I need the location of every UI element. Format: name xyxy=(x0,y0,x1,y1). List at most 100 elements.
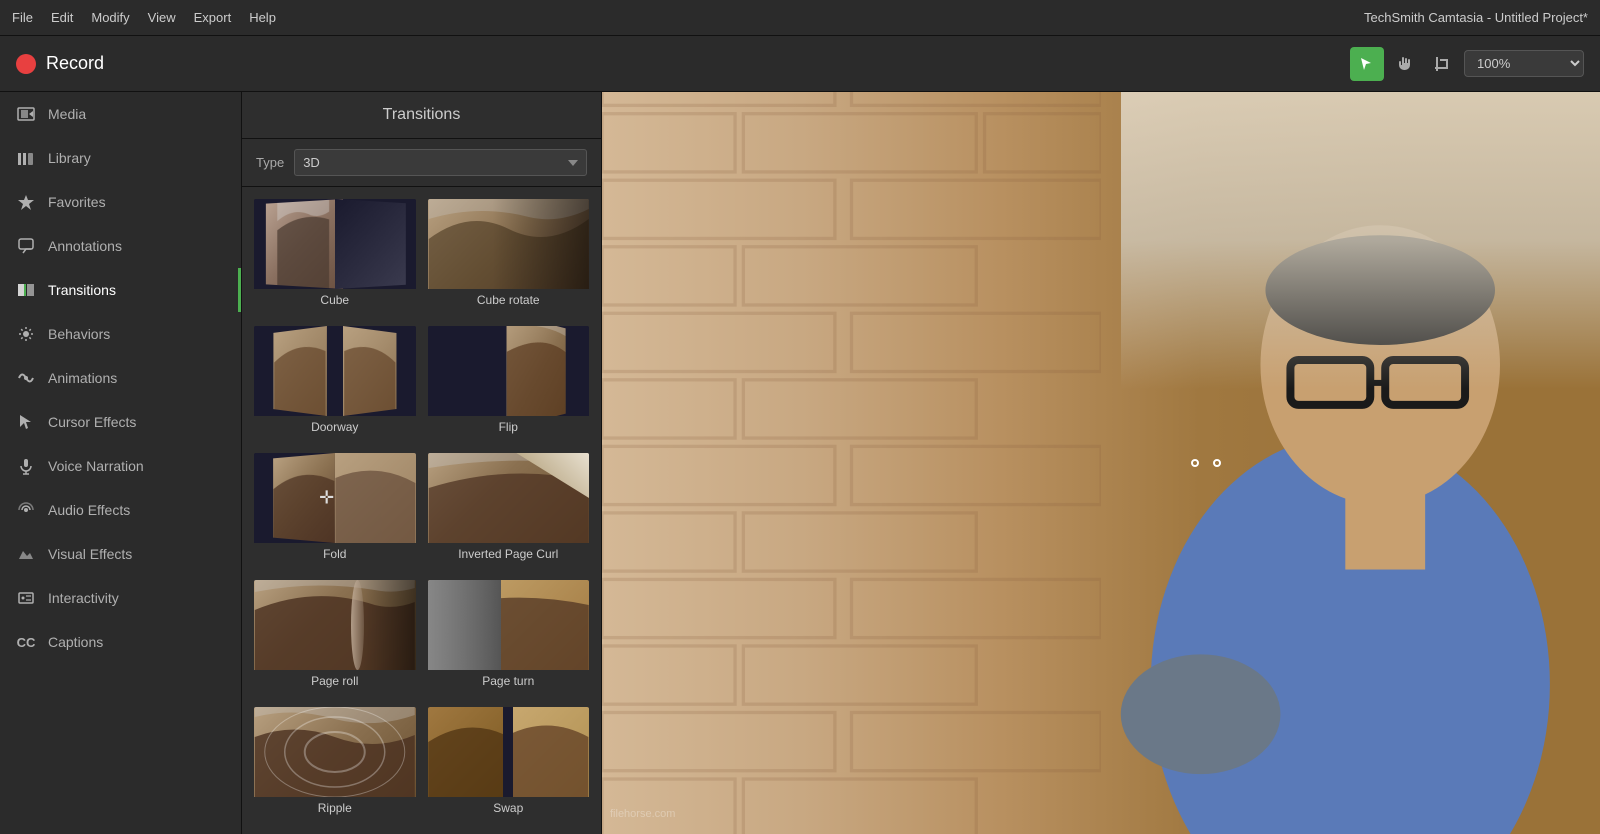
menu-bar: File Edit Modify View Export Help TechSm… xyxy=(0,0,1600,36)
transition-page-turn[interactable]: Page turn xyxy=(426,578,592,697)
transition-page-turn-thumb xyxy=(428,580,590,670)
transition-page-roll-thumb xyxy=(254,580,416,670)
favorites-icon xyxy=(16,192,36,212)
record-indicator xyxy=(16,54,36,74)
watermark: filehorse.com xyxy=(602,804,683,824)
toolbar: Record 100% 50% 75% 125% 150% 200% xyxy=(0,36,1600,92)
transition-ripple-label: Ripple xyxy=(254,797,416,821)
audio-effects-icon xyxy=(16,500,36,520)
transition-fold[interactable]: ✛ Fold xyxy=(252,451,418,570)
menu-file[interactable]: File xyxy=(12,10,33,25)
sidebar-label-transitions: Transitions xyxy=(48,282,116,298)
sidebar-label-captions: Captions xyxy=(48,634,103,650)
sidebar-label-favorites: Favorites xyxy=(48,194,106,210)
transition-cube-thumb xyxy=(254,199,416,289)
annotations-icon xyxy=(16,236,36,256)
transition-inverted-page-curl-thumb xyxy=(428,453,590,543)
sidebar-label-annotations: Annotations xyxy=(48,238,122,254)
sidebar-label-behaviors: Behaviors xyxy=(48,326,110,342)
captions-icon: CC xyxy=(16,632,36,652)
zoom-select[interactable]: 100% 50% 75% 125% 150% 200% xyxy=(1464,50,1584,77)
transitions-icon xyxy=(16,280,36,300)
transition-cube[interactable]: Cube xyxy=(252,197,418,316)
main-content: Media Library Favorites Annotations Tran xyxy=(0,92,1600,834)
menu-export[interactable]: Export xyxy=(194,10,232,25)
media-icon xyxy=(16,104,36,124)
sidebar-item-interactivity[interactable]: Interactivity xyxy=(0,576,241,620)
transition-fold-thumb: ✛ xyxy=(254,453,416,543)
transition-cube-rotate[interactable]: Cube rotate xyxy=(426,197,592,316)
transition-cube-rotate-thumb xyxy=(428,199,590,289)
transition-inverted-page-curl-label: Inverted Page Curl xyxy=(428,543,590,567)
sidebar-item-visual-effects[interactable]: Visual Effects xyxy=(0,532,241,576)
interactivity-icon xyxy=(16,588,36,608)
voice-narration-icon xyxy=(16,456,36,476)
handle-dot-right xyxy=(1213,459,1221,467)
transition-page-turn-label: Page turn xyxy=(428,670,590,694)
sidebar-item-media[interactable]: Media xyxy=(0,92,241,136)
sidebar-item-transitions[interactable]: Transitions xyxy=(0,268,241,312)
behaviors-icon xyxy=(16,324,36,344)
menu-modify[interactable]: Modify xyxy=(91,10,129,25)
transition-flip[interactable]: Flip xyxy=(426,324,592,443)
app-title: TechSmith Camtasia - Untitled Project* xyxy=(1364,10,1588,25)
sidebar-item-animations[interactable]: Animations xyxy=(0,356,241,400)
transition-doorway-thumb xyxy=(254,326,416,416)
transition-page-roll-label: Page roll xyxy=(254,670,416,694)
filter-label: Type xyxy=(256,155,284,170)
hand-tool[interactable] xyxy=(1388,47,1422,81)
sidebar-item-captions[interactable]: CC Captions xyxy=(0,620,241,664)
sidebar-label-audio-effects: Audio Effects xyxy=(48,502,130,518)
sidebar-label-library: Library xyxy=(48,150,91,166)
menu-view[interactable]: View xyxy=(148,10,176,25)
sidebar-item-voice-narration[interactable]: Voice Narration xyxy=(0,444,241,488)
sidebar-item-cursor-effects[interactable]: Cursor Effects xyxy=(0,400,241,444)
transition-doorway-label: Doorway xyxy=(254,416,416,440)
transition-cube-rotate-label: Cube rotate xyxy=(428,289,590,313)
animations-icon xyxy=(16,368,36,388)
library-icon xyxy=(16,148,36,168)
transition-flip-label: Flip xyxy=(428,416,590,440)
visual-effects-icon xyxy=(16,544,36,564)
menu-edit[interactable]: Edit xyxy=(51,10,73,25)
transition-doorway[interactable]: Doorway xyxy=(252,324,418,443)
transition-fold-label: Fold xyxy=(254,543,416,567)
menu-items: File Edit Modify View Export Help xyxy=(12,10,276,25)
sidebar-label-media: Media xyxy=(48,106,86,122)
handle-dots xyxy=(1191,459,1221,467)
handle-dot-left xyxy=(1191,459,1199,467)
pointer-tool[interactable] xyxy=(1350,47,1384,81)
sidebar-item-library[interactable]: Library xyxy=(0,136,241,180)
panel-filter: Type 3D All 2D Favorites xyxy=(242,139,601,187)
transitions-panel: Transitions Type 3D All 2D Favorites xyxy=(242,92,602,834)
sidebar-label-voice-narration: Voice Narration xyxy=(48,458,144,474)
preview-area: filehorse.com xyxy=(602,92,1600,834)
person-scene xyxy=(602,92,1600,834)
sidebar-label-visual-effects: Visual Effects xyxy=(48,546,132,562)
panel-title: Transitions xyxy=(242,92,601,139)
transition-swap[interactable]: Swap xyxy=(426,705,592,824)
transition-swap-label: Swap xyxy=(428,797,590,821)
transition-ripple-thumb xyxy=(254,707,416,797)
sidebar-label-animations: Animations xyxy=(48,370,117,386)
sidebar: Media Library Favorites Annotations Tran xyxy=(0,92,242,834)
transition-cube-label: Cube xyxy=(254,289,416,313)
sidebar-item-audio-effects[interactable]: Audio Effects xyxy=(0,488,241,532)
transitions-grid: Cube Cube rotate xyxy=(242,187,601,834)
filter-select[interactable]: 3D All 2D Favorites xyxy=(294,149,587,176)
record-label: Record xyxy=(46,53,104,74)
menu-help[interactable]: Help xyxy=(249,10,276,25)
crop-tool[interactable] xyxy=(1426,47,1460,81)
cursor-effects-icon xyxy=(16,412,36,432)
sidebar-label-interactivity: Interactivity xyxy=(48,590,119,606)
sidebar-item-favorites[interactable]: Favorites xyxy=(0,180,241,224)
transition-flip-thumb xyxy=(428,326,590,416)
transition-page-roll[interactable]: Page roll xyxy=(252,578,418,697)
sidebar-label-cursor-effects: Cursor Effects xyxy=(48,414,136,430)
toolbar-tools: 100% 50% 75% 125% 150% 200% xyxy=(1350,47,1584,81)
transition-inverted-page-curl[interactable]: Inverted Page Curl xyxy=(426,451,592,570)
transition-ripple[interactable]: Ripple xyxy=(252,705,418,824)
sidebar-item-annotations[interactable]: Annotations xyxy=(0,224,241,268)
sidebar-item-behaviors[interactable]: Behaviors xyxy=(0,312,241,356)
window-light xyxy=(1121,92,1600,389)
